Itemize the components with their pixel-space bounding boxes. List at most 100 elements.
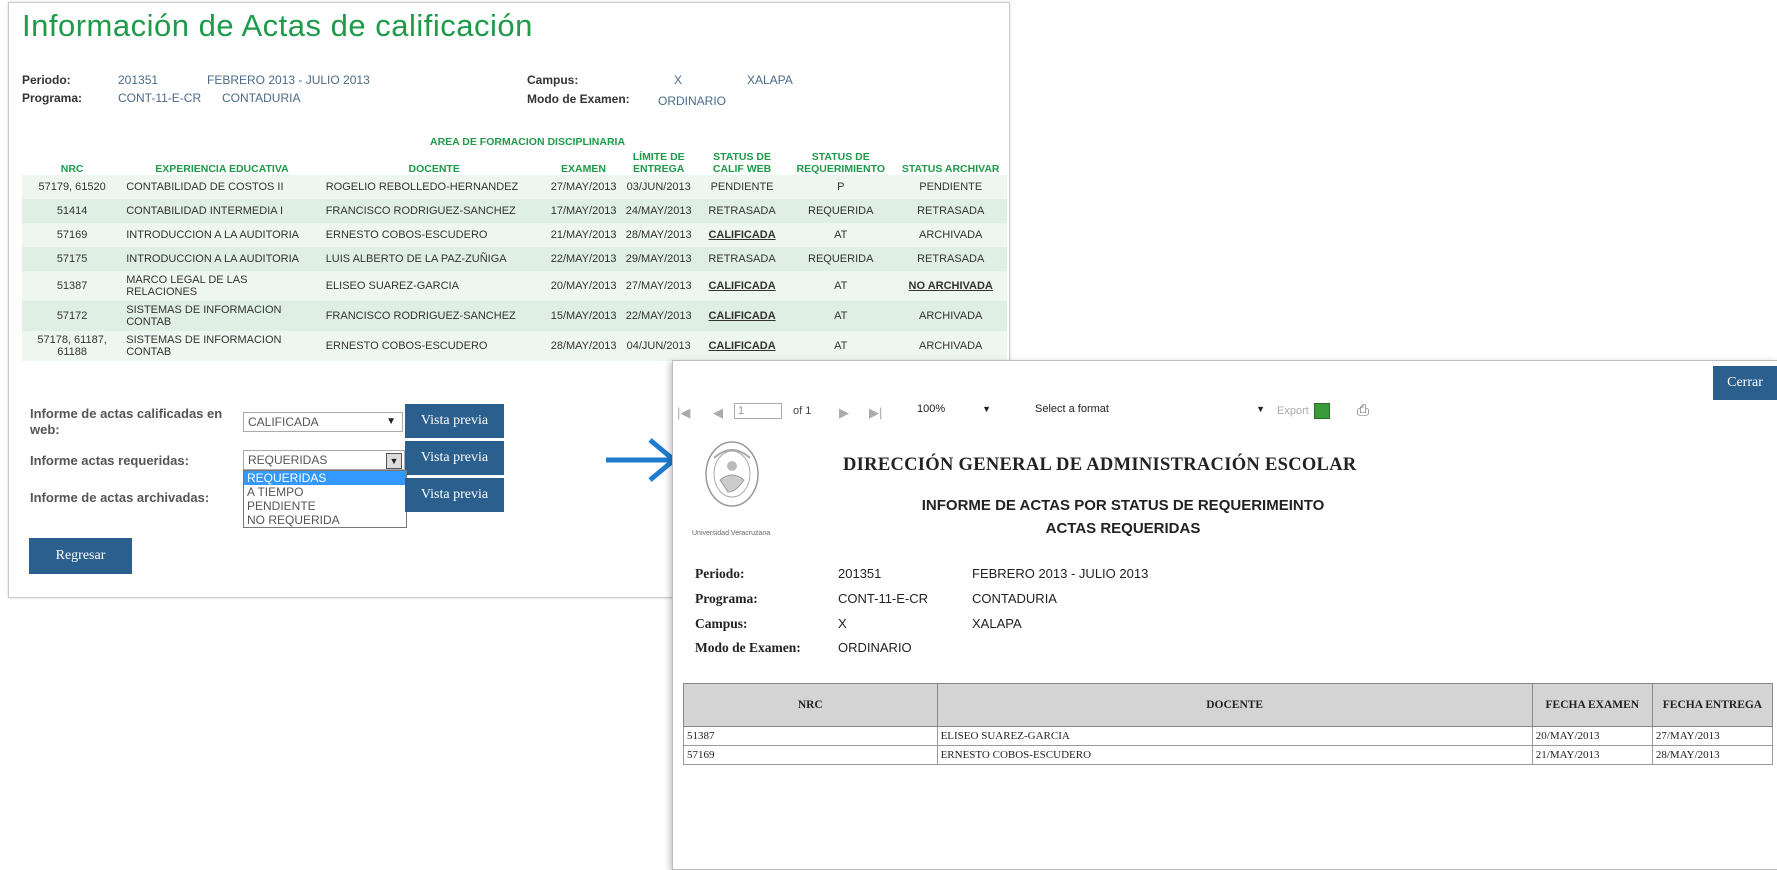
rep-cell-entrega: 28/MAY/2013 — [1651, 745, 1774, 765]
report-row: 57169 ERNESTO COBOS-ESCUDERO 21/MAY/2013… — [683, 745, 1774, 765]
format-select[interactable]: Select a format ▼ — [1035, 403, 1271, 421]
rep-programa-code: CONT-11-E-CR — [838, 591, 929, 606]
rep-periodo-label: Periodo: — [695, 566, 745, 581]
vista-previa-requeridas-button[interactable]: Vista previa — [405, 441, 504, 475]
cell-status-archivar: ARCHIVADA — [894, 331, 1007, 361]
col-header-nrc[interactable]: NRC — [22, 145, 122, 175]
dropdown-option[interactable]: A TIEMPO — [244, 485, 406, 499]
cell-status-archivar: ARCHIVADA — [894, 223, 1007, 247]
calificada-link[interactable]: CALIFICADA — [697, 271, 788, 301]
cell-nrc: 51387 — [22, 271, 123, 301]
cell-limite: 04/JUN/2013 — [620, 331, 698, 361]
col-header-limite[interactable]: LÍMITE DE ENTREGA — [620, 145, 697, 175]
regresar-button[interactable]: Regresar — [29, 538, 132, 574]
first-page-icon[interactable]: |◀ — [677, 405, 690, 421]
cell-nrc: 51414 — [22, 199, 123, 223]
cerrar-button[interactable]: Cerrar — [1713, 366, 1777, 400]
cell-status-req: AT — [787, 301, 895, 331]
rep-cell-docente: ERNESTO COBOS-ESCUDERO — [936, 745, 1533, 765]
rep-periodo-range: FEBRERO 2013 - JULIO 2013 — [972, 566, 1149, 581]
refresh-icon[interactable] — [1314, 403, 1330, 419]
dropdown-option[interactable]: NO REQUERIDA — [244, 513, 406, 527]
cell-docente: LUIS ALBERTO DE LA PAZ-ZUÑIGA — [321, 247, 547, 271]
programa-code: CONT-11-E-CR — [118, 91, 202, 105]
calificada-link[interactable]: CALIFICADA — [697, 331, 788, 361]
rep-campus-label: Campus: — [695, 616, 748, 631]
rep-col-docente: DOCENTE — [936, 683, 1533, 727]
periodo-range: FEBRERO 2013 - JULIO 2013 — [207, 73, 370, 87]
campus-code: X — [674, 73, 683, 87]
col-header-docente[interactable]: DOCENTE — [322, 145, 547, 175]
cell-examen: 28/MAY/2013 — [546, 331, 621, 361]
last-page-icon[interactable]: ▶| — [869, 405, 882, 421]
col-header-experiencia[interactable]: EXPERIENCIA EDUCATIVA — [122, 145, 321, 175]
report-subheading: INFORME DE ACTAS POR STATUS DE REQUERIME… — [921, 497, 1325, 514]
calificada-link[interactable]: CALIFICADA — [697, 223, 788, 247]
cell-experiencia: SISTEMAS DE INFORMACION CONTAB — [122, 331, 322, 361]
periodo-code: 201351 — [118, 73, 159, 87]
dropdown-option[interactable]: PENDIENTE — [244, 499, 406, 513]
next-page-icon[interactable]: ▶ — [839, 405, 849, 421]
page-count-label: of 1 — [793, 405, 812, 417]
zoom-select[interactable]: 100% ▼ — [917, 403, 997, 421]
export-link[interactable]: Export — [1277, 405, 1309, 417]
page-number-input[interactable] — [734, 403, 782, 419]
cell-docente: ERNESTO COBOS-ESCUDERO — [321, 223, 547, 247]
vista-previa-calificadas-button[interactable]: Vista previa — [405, 404, 504, 438]
rep-periodo-code: 201351 — [838, 566, 882, 581]
cell-docente: ERNESTO COBOS-ESCUDERO — [321, 331, 547, 361]
calificadas-select-value: CALIFICADA — [248, 415, 319, 429]
cell-status-req: P — [787, 175, 895, 199]
cell-status-archivar: ARCHIVADA — [894, 301, 1007, 331]
cell-experiencia: CONTABILIDAD INTERMEDIA I — [122, 199, 322, 223]
requeridas-label: Informe actas requeridas: — [30, 453, 189, 468]
calificada-link[interactable]: CALIFICADA — [697, 301, 788, 331]
cell-status-archivar: PENDIENTE — [894, 175, 1007, 199]
rep-cell-nrc: 57169 — [683, 745, 938, 765]
archivadas-label: Informe de actas archivadas: — [30, 490, 210, 505]
cell-limite: 22/MAY/2013 — [620, 301, 698, 331]
cell-experiencia: CONTABILIDAD DE COSTOS II — [122, 175, 322, 199]
cell-docente: FRANCISCO RODRIGUEZ-SANCHEZ — [321, 199, 547, 223]
cell-limite: 28/MAY/2013 — [620, 223, 698, 247]
requeridas-select[interactable]: REQUERIDAS ▼ — [243, 450, 405, 470]
col-header-status-calif[interactable]: STATUS DE CALIF WEB — [697, 145, 787, 175]
col-header-status-req[interactable]: STATUS DE REQUERIMIENTO — [787, 145, 894, 175]
table-row: 57169 INTRODUCCION A LA AUDITORIA ERNEST… — [22, 223, 1007, 247]
campus-name: XALAPA — [747, 73, 793, 87]
rep-col-fecha-entrega: FECHA ENTREGA — [1651, 683, 1774, 727]
rep-programa-name: CONTADURIA — [972, 591, 1057, 606]
cell-experiencia: INTRODUCCION A LA AUDITORIA — [122, 247, 322, 271]
cell-examen: 15/MAY/2013 — [546, 301, 621, 331]
calificadas-select[interactable]: CALIFICADA ▼ — [243, 412, 403, 432]
cell-nrc: 57179, 61520 — [22, 175, 123, 199]
chevron-down-icon: ▼ — [386, 416, 396, 427]
cell-examen: 27/MAY/2013 — [546, 175, 621, 199]
table-row: 51414 CONTABILIDAD INTERMEDIA I FRANCISC… — [22, 199, 1007, 223]
programa-name: CONTADURIA — [222, 91, 301, 105]
cell-status-archivar: RETRASADA — [894, 247, 1007, 271]
periodo-label: Periodo: — [22, 73, 71, 87]
actas-table: NRC EXPERIENCIA EDUCATIVA DOCENTE EXAMEN… — [22, 133, 1007, 361]
cell-examen: 22/MAY/2013 — [546, 247, 621, 271]
chevron-down-icon: ▼ — [386, 453, 402, 469]
dropdown-option[interactable]: REQUERIDAS — [244, 471, 406, 485]
print-icon[interactable]: ⎙ — [1357, 402, 1369, 419]
rep-modo-value: ORDINARIO — [838, 640, 912, 655]
table-row: 57172 SISTEMAS DE INFORMACION CONTAB FRA… — [22, 301, 1007, 331]
vista-previa-archivadas-button[interactable]: Vista previa — [405, 478, 504, 512]
rep-cell-entrega: 27/MAY/2013 — [1651, 726, 1774, 746]
no-archivada-link[interactable]: NO ARCHIVADA — [894, 271, 1007, 301]
requeridas-dropdown-list[interactable]: REQUERIDAS A TIEMPO PENDIENTE NO REQUERI… — [243, 470, 407, 528]
col-header-examen[interactable]: EXAMEN — [547, 145, 621, 175]
table-row: 57175 INTRODUCCION A LA AUDITORIA LUIS A… — [22, 247, 1007, 271]
table-row: 51387 MARCO LEGAL DE LAS RELACIONES ELIS… — [22, 271, 1007, 301]
table-header-row: NRC EXPERIENCIA EDUCATIVA DOCENTE EXAMEN… — [22, 145, 1007, 175]
rep-cell-docente: ELISEO SUAREZ-GARCIA — [936, 726, 1533, 746]
col-header-status-archivar[interactable]: STATUS ARCHIVAR — [894, 145, 1007, 175]
modo-label: Modo de Examen: — [527, 92, 630, 106]
requeridas-select-value: REQUERIDAS — [248, 453, 328, 467]
rep-cell-examen: 21/MAY/2013 — [1531, 745, 1653, 765]
cell-experiencia: SISTEMAS DE INFORMACION CONTAB — [122, 301, 322, 331]
prev-page-icon[interactable]: ◀ — [713, 405, 723, 421]
